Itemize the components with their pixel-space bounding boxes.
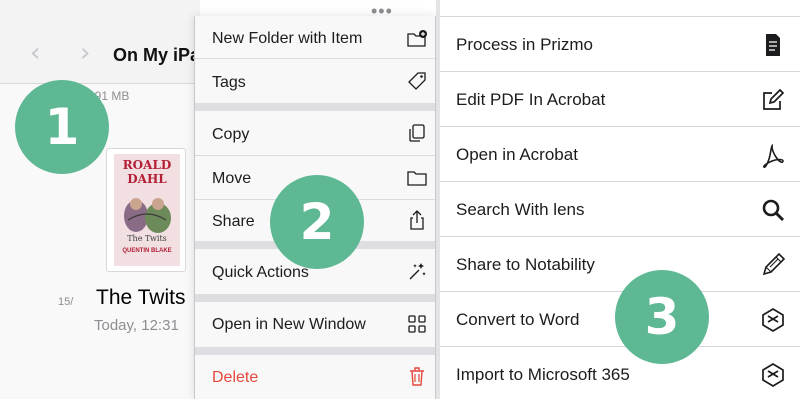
file-thumbnail[interactable]: ROALD DAHL The Twits QUENTIN BLAKE xyxy=(106,148,186,272)
step-badge-2: 2 xyxy=(270,175,364,269)
magnifier-icon xyxy=(762,199,785,222)
cover-author: ROALD DAHL xyxy=(122,158,172,186)
menu-item-label: Copy xyxy=(212,126,250,143)
tag-icon xyxy=(408,72,426,90)
sparkles-icon xyxy=(409,263,426,280)
copy-icon xyxy=(409,124,425,142)
menu-item-label: Open in New Window xyxy=(212,316,366,333)
action-open-in-acrobat[interactable]: Open in Acrobat xyxy=(440,127,800,182)
trash-icon xyxy=(410,367,424,386)
action-import-microsoft-365[interactable]: Import to Microsoft 365 xyxy=(440,347,800,399)
action-label: Search With lens xyxy=(456,200,585,219)
action-label: Import to Microsoft 365 xyxy=(456,365,630,384)
pencil-icon xyxy=(762,252,786,276)
action-label: Process in Prizmo xyxy=(456,35,593,54)
menu-item-copy[interactable]: Copy xyxy=(195,111,435,156)
folder-title: On My iPa xyxy=(113,45,201,65)
menu-item-delete[interactable]: Delete xyxy=(195,355,435,399)
file-name[interactable]: The Twits xyxy=(96,286,185,310)
edit-icon xyxy=(763,88,785,110)
files-header: ‹ › On My iPa xyxy=(0,0,200,84)
menu-separator xyxy=(195,347,435,355)
file-date: Today, 12:31 xyxy=(94,317,179,334)
book-cover: ROALD DAHL The Twits QUENTIN BLAKE xyxy=(114,154,180,266)
cover-title: The Twits xyxy=(127,234,167,243)
step-badge-1: 1 xyxy=(15,80,109,174)
cover-illustration-icon xyxy=(124,198,171,233)
files-panel: ‹ › On My iPa 391 MB ROALD DAHL The Twit… xyxy=(0,0,200,399)
grid-icon xyxy=(408,315,426,333)
sidebar-fragment: 15/ xyxy=(58,296,74,308)
cover-illustrator: QUENTIN BLAKE xyxy=(122,248,172,254)
action-search-with-lens[interactable]: Search With lens xyxy=(440,182,800,237)
action-process-in-prizmo[interactable]: Process in Prizmo xyxy=(440,17,800,72)
action-label: Edit PDF In Acrobat xyxy=(456,90,606,109)
step-badge-3: 3 xyxy=(615,270,709,364)
menu-separator xyxy=(195,294,435,302)
menu-item-open-new-window[interactable]: Open in New Window xyxy=(195,302,435,347)
action-label: Open in Acrobat xyxy=(456,145,578,164)
folder-icon xyxy=(407,171,427,186)
action-share-to-notability[interactable]: Share to Notability xyxy=(440,237,800,292)
more-options-icon[interactable]: ••• xyxy=(371,2,393,20)
action-label: Share to Notability xyxy=(456,255,595,274)
forward-chevron-icon[interactable]: › xyxy=(80,40,96,66)
menu-item-label: Tags xyxy=(212,74,246,91)
share-icon xyxy=(410,210,424,230)
menu-item-label: Share xyxy=(212,213,255,230)
menu-item-label: Move xyxy=(212,170,252,187)
menu-item-label: Delete xyxy=(212,369,259,386)
menu-item-label: Quick Actions xyxy=(212,264,309,281)
action-label: Convert to Word xyxy=(456,310,580,329)
document-icon xyxy=(766,34,780,56)
back-chevron-icon[interactable]: ‹ xyxy=(30,40,46,66)
folder-plus-icon xyxy=(407,30,427,47)
menu-separator xyxy=(195,103,435,111)
acrobat-icon xyxy=(763,144,784,168)
menu-item-label: New Folder with Item xyxy=(212,30,363,47)
menu-item-tags[interactable]: Tags xyxy=(195,59,435,103)
bing-icon xyxy=(762,363,784,387)
bing-icon xyxy=(762,308,784,332)
menu-item-new-folder-with-item[interactable]: New Folder with Item xyxy=(195,16,435,59)
action-edit-pdf-acrobat[interactable]: Edit PDF In Acrobat xyxy=(440,72,800,127)
